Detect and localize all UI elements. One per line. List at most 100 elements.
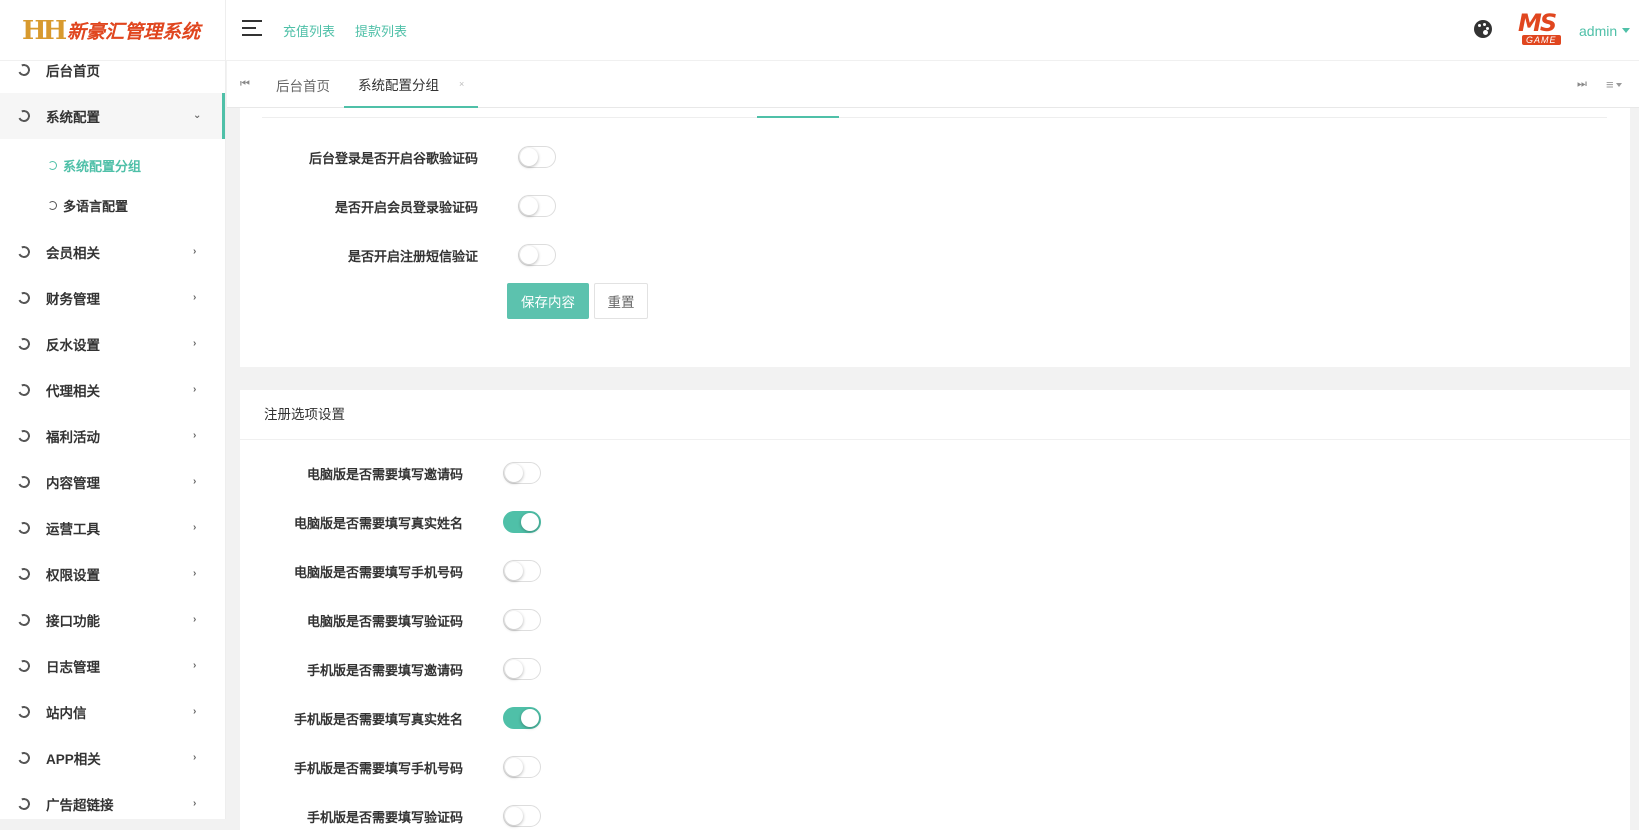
circle-icon (16, 336, 32, 352)
sidebar-item-ads[interactable]: 广告超链接 › (0, 781, 225, 819)
user-name: admin (1579, 22, 1618, 39)
chevron-right-icon: › (193, 383, 197, 395)
field-label: 手机版是否需要填写验证码 (306, 809, 463, 825)
field-label: 电脑版是否需要填写真实姓名 (293, 515, 463, 531)
pc-real-name-toggle[interactable] (503, 511, 541, 533)
form-row: 手机版是否需要填写邀请码 (240, 658, 541, 680)
sidebar-item-promotions[interactable]: 福利活动 › (0, 413, 225, 459)
tab-menu-button[interactable]: ≡ (1606, 61, 1622, 108)
register-options-card: 注册选项设置 电脑版是否需要填写邀请码 电脑版是否需要填写真实姓名 电脑版是否需… (240, 390, 1630, 830)
logo-text: 新豪汇管理系统 (67, 22, 201, 43)
chevron-right-icon: › (193, 705, 197, 717)
google-captcha-toggle[interactable] (518, 146, 556, 168)
sidebar-item-label: 财务管理 (46, 292, 100, 307)
tab-config-group[interactable]: 系统配置分组 × (344, 61, 479, 108)
chevron-right-icon: › (193, 475, 197, 487)
sidebar-item-system-config[interactable]: 系统配置 ⌄ (0, 93, 225, 139)
circle-icon (16, 382, 32, 398)
sidebar-item-api[interactable]: 接口功能 › (0, 597, 225, 643)
register-sms-toggle[interactable] (518, 244, 556, 266)
pc-invite-code-toggle[interactable] (503, 462, 541, 484)
sidebar-item-rebate[interactable]: 反水设置 › (0, 321, 225, 367)
top-link-recharge-list[interactable]: 充值列表 (283, 21, 335, 40)
member-login-captcha-toggle[interactable] (518, 195, 556, 217)
form-row: 手机版是否需要填写验证码 (240, 805, 541, 827)
chevron-right-icon: › (193, 751, 197, 763)
sidebar-item-label: APP相关 (46, 752, 101, 767)
sidebar-item-permissions[interactable]: 权限设置 › (0, 551, 225, 597)
tab-list: 后台首页 系统配置分组 × (262, 61, 479, 108)
tab-label: 系统配置分组 (358, 77, 439, 93)
form-row: 电脑版是否需要填写邀请码 (240, 462, 541, 484)
sidebar-item-label: 站内信 (46, 706, 87, 721)
reset-button[interactable]: 重置 (594, 283, 648, 319)
sidebar-item-label: 权限设置 (46, 568, 100, 583)
chevron-right-icon: › (193, 659, 197, 671)
tab-scroll-right-icon[interactable]: ⏭ (1564, 61, 1600, 108)
sidebar-item-content[interactable]: 内容管理 › (0, 459, 225, 505)
tab-label: 后台首页 (276, 78, 330, 94)
field-label: 手机版是否需要填写手机号码 (293, 760, 463, 776)
form-row: 是否开启会员登录验证码 (240, 195, 556, 217)
theme-palette-icon[interactable] (1474, 20, 1492, 38)
chevron-right-icon: › (193, 567, 197, 579)
menu-toggle-icon[interactable] (242, 20, 262, 36)
sidebar-item-logs[interactable]: 日志管理 › (0, 643, 225, 689)
sidebar-item-label: 接口功能 (46, 614, 100, 629)
divider (262, 117, 1607, 118)
circle-icon (16, 796, 32, 812)
sidebar-item-label: 反水设置 (46, 338, 100, 353)
circle-icon (16, 244, 32, 260)
sidebar-subitem-config-group[interactable]: 系统配置分组 (0, 145, 225, 185)
tab-scroll-left-icon[interactable]: ⏮ (227, 61, 263, 108)
sidebar-item-messages[interactable]: 站内信 › (0, 689, 225, 735)
field-label: 电脑版是否需要填写邀请码 (306, 466, 463, 482)
chevron-right-icon: › (193, 245, 197, 257)
pc-captcha-toggle[interactable] (503, 609, 541, 631)
circle-icon (16, 658, 32, 674)
sidebar-item-label: 内容管理 (46, 476, 100, 491)
app-logo[interactable]: HH 新豪汇管理系统 (0, 0, 226, 61)
chevron-right-icon: › (193, 337, 197, 349)
save-button[interactable]: 保存内容 (507, 283, 589, 319)
sidebar-item-members[interactable]: 会员相关 › (0, 229, 225, 275)
brand-logo-game: GAME (1522, 35, 1561, 45)
close-icon[interactable]: × (459, 79, 464, 89)
top-links: 充值列表 提款列表 (283, 0, 407, 61)
sidebar-item-dashboard[interactable]: 后台首页 (0, 61, 225, 93)
field-label: 手机版是否需要填写邀请码 (306, 662, 463, 678)
pc-phone-toggle[interactable] (503, 560, 541, 582)
mobile-phone-toggle[interactable] (503, 756, 541, 778)
sidebar-item-label: 运营工具 (46, 522, 100, 537)
chevron-right-icon: › (193, 797, 197, 809)
sidebar-item-label: 日志管理 (46, 660, 100, 675)
form-row: 电脑版是否需要填写真实姓名 (240, 511, 541, 533)
sidebar-subitem-label: 系统配置分组 (63, 158, 142, 174)
mobile-real-name-toggle[interactable] (503, 707, 541, 729)
user-menu[interactable]: admin (1579, 0, 1631, 61)
form-row: 后台登录是否开启谷歌验证码 (240, 146, 556, 168)
sidebar-item-label: 福利活动 (46, 430, 100, 445)
chevron-right-icon: › (193, 521, 197, 533)
sidebar-item-operations[interactable]: 运营工具 › (0, 505, 225, 551)
mobile-invite-code-toggle[interactable] (503, 658, 541, 680)
list-icon: ≡ (1606, 77, 1614, 92)
tab-dashboard[interactable]: 后台首页 (262, 61, 344, 108)
field-label: 电脑版是否需要填写手机号码 (293, 564, 463, 580)
sidebar-item-label: 广告超链接 (46, 798, 114, 813)
mobile-captcha-toggle[interactable] (503, 805, 541, 827)
chevron-right-icon: › (193, 291, 197, 303)
circle-icon (16, 290, 32, 306)
sidebar-item-app[interactable]: APP相关 › (0, 735, 225, 781)
circle-icon (16, 62, 32, 78)
sidebar-item-finance[interactable]: 财务管理 › (0, 275, 225, 321)
sidebar-item-agents[interactable]: 代理相关 › (0, 367, 225, 413)
sidebar-subitem-language-config[interactable]: 多语言配置 (0, 185, 225, 225)
circle-icon (48, 160, 57, 170)
field-label: 手机版是否需要填写真实姓名 (293, 711, 463, 727)
circle-icon (16, 750, 32, 766)
sidebar-item-label: 后台首页 (46, 64, 100, 79)
caret-down-icon (1615, 82, 1622, 87)
top-link-withdraw-list[interactable]: 提款列表 (355, 21, 407, 40)
circle-icon (48, 200, 57, 210)
